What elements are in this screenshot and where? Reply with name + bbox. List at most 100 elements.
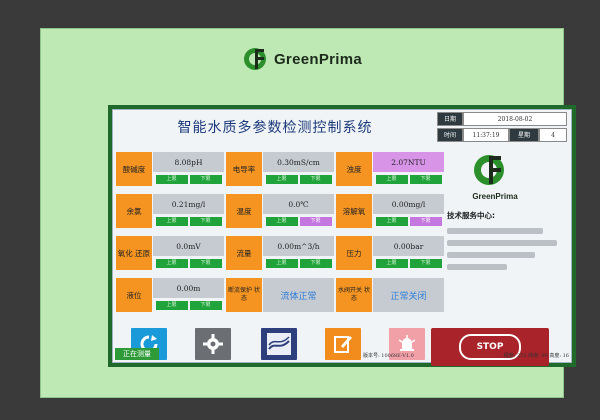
limit-indicators: 上限 下限 [373, 257, 444, 270]
lower-limit-indicator: 下限 [299, 259, 332, 268]
lower-limit-indicator: 下限 [189, 259, 222, 268]
lower-limit-indicator: 下限 [409, 217, 442, 226]
chart-icon [267, 333, 291, 355]
edit-icon [334, 336, 352, 353]
greenprima-logo-icon [474, 155, 504, 185]
tech-service-label: 技术服务中心: [447, 211, 495, 220]
time-label: 时间 [437, 128, 463, 142]
param-conductivity: 电导率 0.30mS/cm 上限 下限 [226, 152, 334, 186]
control-panel: 智能水质多参数检测控制系统 日期 2018-08-02 时间 11:37:19 … [112, 109, 572, 366]
upper-limit-indicator: 上限 [265, 259, 298, 268]
version-label: 版本号: 10068E-V1.0 [363, 353, 414, 359]
date-value: 2018-08-02 [463, 112, 567, 126]
lower-limit-indicator: 下限 [299, 217, 332, 226]
location-info: 经度: 255 纬度: 99 高度: 16 [503, 353, 569, 359]
param-value: 0.21mg/l [153, 194, 224, 214]
param-label: 压力 [336, 236, 372, 270]
title-bar: 智能水质多参数检测控制系统 [113, 110, 437, 144]
param-label: 流量 [226, 236, 262, 270]
param-label: 浊度 [336, 152, 372, 186]
limit-indicators: 上限 下限 [263, 215, 334, 228]
param-temperature: 温度 0.0℃ 上限 下限 [226, 194, 334, 228]
limit-indicators: 上限 下限 [373, 173, 444, 186]
param-label: 溶解氧 [336, 194, 372, 228]
time-value: 11:37:19 [463, 128, 509, 142]
param-value: 0.00bar [373, 236, 444, 256]
lower-limit-indicator: 下限 [189, 301, 222, 310]
param-orp: 氧化 还原 0.0mV 上限 下限 [116, 236, 224, 270]
weekday-value: 4 [539, 128, 567, 142]
limit-indicators: 上限 下限 [153, 299, 224, 312]
param-value: 0.00m^3/h [263, 236, 334, 256]
redacted-contact [447, 240, 557, 246]
settings-button[interactable] [195, 328, 231, 360]
param-label: 氧化 还原 [116, 236, 152, 270]
redacted-contact [447, 264, 507, 270]
lower-limit-indicator: 下限 [409, 175, 442, 184]
status-value: 正常关闭 [373, 278, 444, 312]
brand-header: GreenPrima [41, 44, 563, 74]
lower-limit-indicator: 下限 [409, 259, 442, 268]
param-value: 2.07NTU [373, 152, 444, 172]
limit-indicators: 上限 下限 [263, 257, 334, 270]
valve-status: 水阀开关 状态 正常关闭 [336, 278, 444, 312]
redacted-contact [447, 252, 535, 258]
param-dissolved-oxygen: 溶解氧 0.00mg/l 上限 下限 [336, 194, 444, 228]
param-level: 液位 0.00m 上限 下限 [116, 278, 224, 312]
param-label: 液位 [116, 278, 152, 312]
limit-indicators: 上限 下限 [373, 215, 444, 228]
parameter-grid: 酸碱度 8.08pH 上限 下限 电导率 0.30mS/cm 上限 下限 浊度 … [116, 152, 444, 320]
page-title: 智能水质多参数检测控制系统 [177, 120, 373, 136]
limit-indicators: 上限 下限 [153, 173, 224, 186]
param-label: 余氯 [116, 194, 152, 228]
param-pressure: 压力 0.00bar 上限 下限 [336, 236, 444, 270]
param-value: 0.00m [153, 278, 224, 298]
measuring-status: 正在测量 [115, 348, 159, 360]
lower-limit-indicator: 下限 [189, 217, 222, 226]
param-turbidity: 浊度 2.07NTU 上限 下限 [336, 152, 444, 186]
screen-frame: 智能水质多参数检测控制系统 日期 2018-08-02 时间 11:37:19 … [108, 105, 576, 367]
upper-limit-indicator: 上限 [155, 175, 188, 184]
param-value: 8.08pH [153, 152, 224, 172]
right-info-panel: GreenPrima 技术服务中心: [445, 150, 571, 310]
param-value: 0.30mS/cm [263, 152, 334, 172]
lower-limit-indicator: 下限 [299, 175, 332, 184]
upper-limit-indicator: 上限 [265, 175, 298, 184]
status-value: 流体正常 [263, 278, 334, 312]
datetime-box: 日期 2018-08-02 时间 11:37:19 星期 4 [437, 112, 569, 144]
param-flow: 流量 0.00m^3/h 上限 下限 [226, 236, 334, 270]
greenprima-logo-icon [243, 48, 266, 70]
upper-limit-indicator: 上限 [375, 217, 408, 226]
date-label: 日期 [437, 112, 463, 126]
device-bezel: GreenPrima 智能水质多参数检测控制系统 日期 2018-08-02 时… [40, 28, 576, 398]
redacted-contact [447, 228, 543, 234]
upper-limit-indicator: 上限 [155, 217, 188, 226]
limit-indicators: 上限 下限 [153, 257, 224, 270]
brand-name: GreenPrima [472, 192, 518, 201]
gear-icon [203, 334, 223, 354]
brand-name: GreenPrima [273, 50, 363, 68]
param-value: 0.00mg/l [373, 194, 444, 214]
edit-button[interactable] [325, 328, 361, 360]
upper-limit-indicator: 上限 [155, 301, 188, 310]
upper-limit-indicator: 上限 [155, 259, 188, 268]
param-label: 电导率 [226, 152, 262, 186]
weekday-label: 星期 [509, 128, 539, 142]
upper-limit-indicator: 上限 [375, 175, 408, 184]
param-label: 温度 [226, 194, 262, 228]
limit-indicators: 上限 下限 [263, 173, 334, 186]
limit-indicators: 上限 下限 [153, 215, 224, 228]
param-value: 0.0℃ [263, 194, 334, 214]
param-ph: 酸碱度 8.08pH 上限 下限 [116, 152, 224, 186]
param-label: 水阀开关 状态 [336, 278, 372, 312]
param-chlorine: 余氯 0.21mg/l 上限 下限 [116, 194, 224, 228]
lower-limit-indicator: 下限 [189, 175, 222, 184]
chart-button[interactable] [261, 328, 297, 360]
upper-limit-indicator: 上限 [375, 259, 408, 268]
upper-limit-indicator: 上限 [265, 217, 298, 226]
flow-protection-status: 断流保护 状态 流体正常 [226, 278, 334, 312]
param-label: 断流保护 状态 [226, 278, 262, 312]
param-label: 酸碱度 [116, 152, 152, 186]
param-value: 0.0mV [153, 236, 224, 256]
footer-info: 版本号: 10068E-V1.0 经度: 255 纬度: 99 高度: 16 [363, 352, 569, 362]
